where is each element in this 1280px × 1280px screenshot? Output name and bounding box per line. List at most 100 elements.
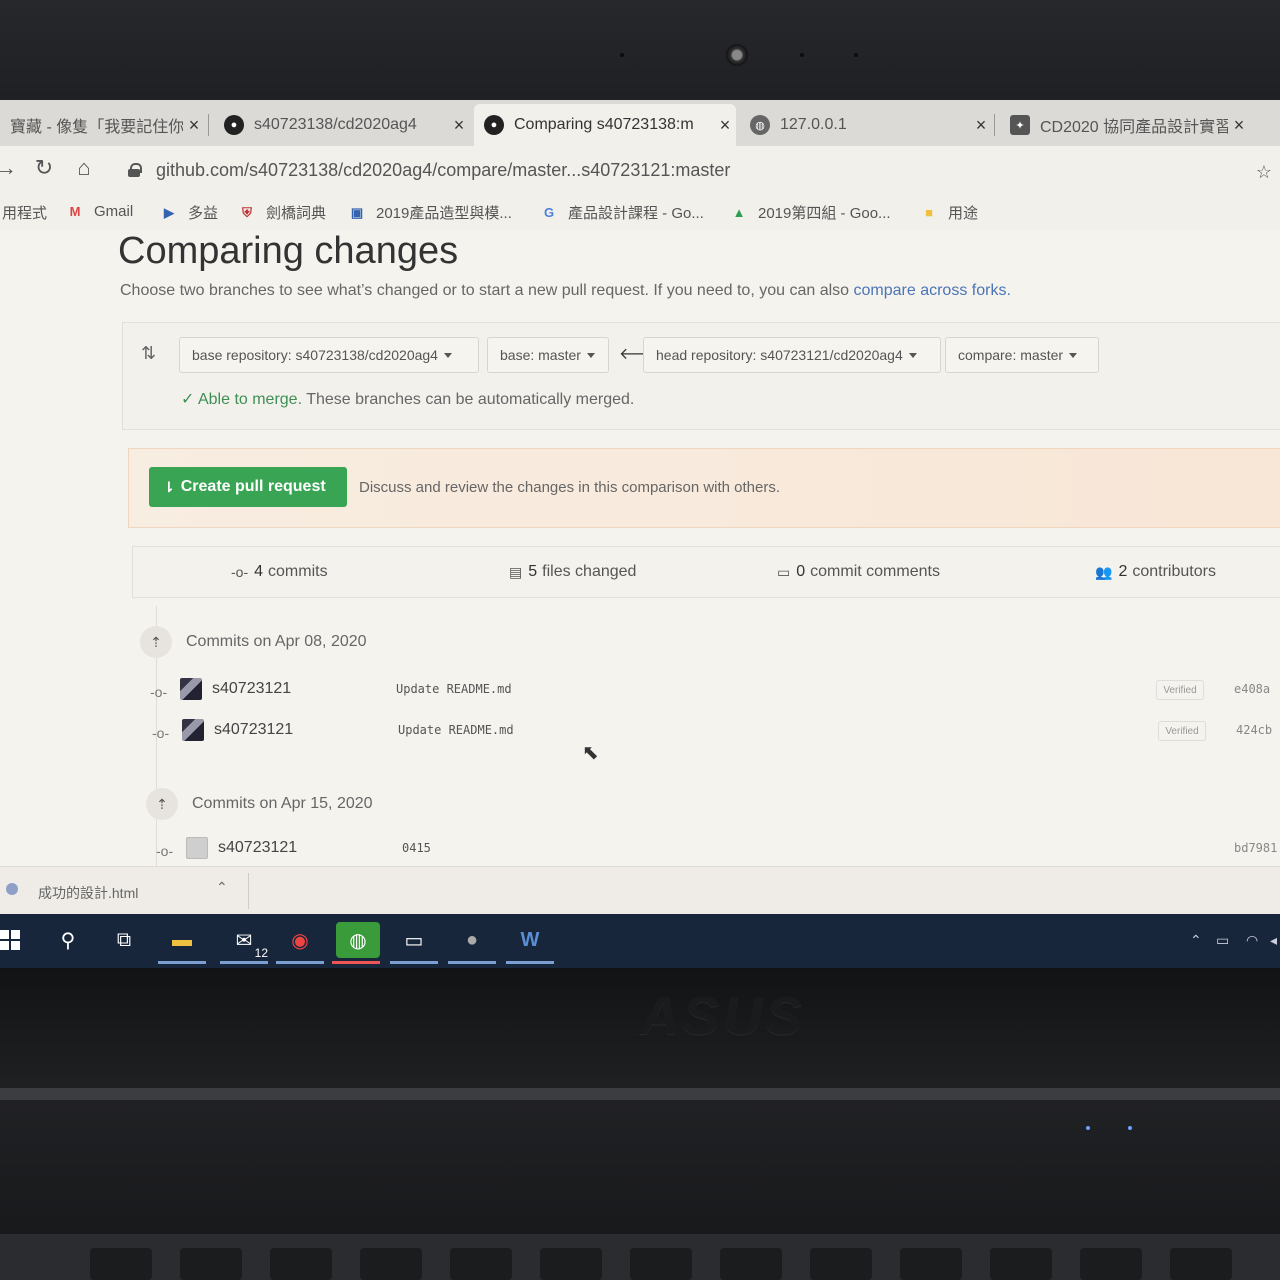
wifi-icon[interactable]: ◠ bbox=[1246, 932, 1258, 949]
html-file-icon bbox=[6, 883, 18, 895]
terminal-icon[interactable]: ▭ bbox=[390, 922, 438, 964]
tab-localhost[interactable]: ◍ 127.0.0.1 × bbox=[740, 104, 992, 146]
commit-sha[interactable]: bd7981 bbox=[1234, 841, 1277, 855]
avatar[interactable] bbox=[186, 837, 208, 859]
google-icon: G bbox=[543, 205, 555, 220]
bookmark-star-icon[interactable]: ☆ bbox=[1256, 162, 1272, 183]
search-icon[interactable]: ⚲ bbox=[48, 922, 88, 958]
people-icon: 👥 bbox=[1095, 563, 1113, 580]
select-label: base: master bbox=[500, 347, 581, 363]
commit-author[interactable]: s40723121 bbox=[212, 680, 291, 698]
close-icon[interactable]: × bbox=[1228, 115, 1250, 136]
compare-arrows-icon[interactable]: ⇅ bbox=[141, 343, 156, 364]
close-icon[interactable]: × bbox=[448, 115, 470, 136]
bookmark-label: 用途 bbox=[948, 205, 979, 222]
battery-icon[interactable]: ▭ bbox=[1216, 932, 1229, 949]
caret-down-icon bbox=[586, 352, 595, 358]
chrome-icon[interactable]: ◉ bbox=[276, 922, 324, 964]
word-icon[interactable]: W bbox=[506, 922, 554, 964]
create-pull-request-button[interactable]: ⇂ Create pull request bbox=[149, 467, 347, 507]
bookmark-gmail[interactable]: M Gmail bbox=[66, 202, 134, 220]
commit-row[interactable]: -o- s40723121 Update README.md Verified … bbox=[152, 717, 1280, 747]
commit-author[interactable]: s40723121 bbox=[218, 839, 297, 857]
tab-treasure[interactable]: 寶藏 - 像隻「我要記住你 × bbox=[0, 104, 205, 146]
address-bar[interactable]: github.com/s40723138/cd2020ag4/compare/m… bbox=[112, 150, 1272, 190]
laptop-hinge bbox=[0, 1088, 1280, 1100]
status-led bbox=[1128, 1126, 1132, 1130]
commit-message[interactable]: Update README.md bbox=[396, 682, 512, 696]
bookmark-label: 產品設計課程 - Go... bbox=[568, 205, 704, 222]
download-filename[interactable]: 成功的設計.html bbox=[38, 883, 138, 903]
select-label: base repository: s40723138/cd2020ag4 bbox=[192, 347, 438, 363]
tab-repo[interactable]: ● s40723138/cd2020ag4 × bbox=[214, 104, 470, 146]
file-explorer-icon[interactable]: ▬ bbox=[158, 922, 206, 964]
commit-author[interactable]: s40723121 bbox=[214, 721, 293, 739]
forward-arrow-icon[interactable]: → bbox=[0, 154, 20, 182]
avatar[interactable] bbox=[180, 678, 202, 700]
lock-icon[interactable] bbox=[128, 163, 142, 177]
close-icon[interactable]: × bbox=[970, 115, 992, 136]
file-diff-icon: ▤ bbox=[509, 563, 523, 580]
merge-ok-text: Able to merge. bbox=[197, 391, 303, 408]
reload-icon[interactable]: ↻ bbox=[30, 154, 58, 182]
bookmark-product-form[interactable]: ▣ 2019產品造型與模... bbox=[348, 202, 512, 223]
tab-commit-comments[interactable]: ▭ 0 commit comments bbox=[777, 563, 940, 581]
group-date: Commits on Apr 08, 2020 bbox=[186, 633, 367, 650]
tab-separator bbox=[208, 114, 209, 136]
volume-icon[interactable]: ◂ bbox=[1270, 932, 1277, 949]
mail-badge: 12 bbox=[252, 946, 270, 960]
drive-icon: ▲ bbox=[732, 205, 746, 220]
contributors-count: 2 bbox=[1118, 563, 1128, 580]
keyboard-key bbox=[270, 1248, 332, 1280]
keyboard-key bbox=[720, 1248, 782, 1280]
mail-icon[interactable]: ✉ 12 bbox=[220, 922, 270, 964]
bookmark-label: 2019產品造型與模... bbox=[376, 205, 512, 222]
commit-row[interactable]: -o- s40723121 Update README.md Verified … bbox=[150, 676, 1280, 706]
keyboard-key bbox=[360, 1248, 422, 1280]
commit-sha[interactable]: e408a bbox=[1234, 682, 1270, 696]
close-icon[interactable]: × bbox=[183, 115, 205, 136]
head-repository-select[interactable]: head repository: s40723121/cd2020ag4 bbox=[643, 337, 941, 373]
windows-start-icon[interactable] bbox=[0, 922, 30, 958]
verified-badge[interactable]: Verified bbox=[1158, 721, 1206, 741]
tab-cd2020[interactable]: ✦ CD2020 協同產品設計實習 × bbox=[1000, 104, 1250, 146]
keyboard-key bbox=[630, 1248, 692, 1280]
chevron-up-icon[interactable]: ⌃ bbox=[1190, 932, 1202, 949]
bookmark-group4[interactable]: ▲ 2019第四組 - Goo... bbox=[730, 202, 891, 223]
contributors-label: contributors bbox=[1132, 563, 1216, 580]
line-icon[interactable]: ◍ bbox=[332, 922, 380, 964]
base-repository-select[interactable]: base repository: s40723138/cd2020ag4 bbox=[179, 337, 479, 373]
tab-compare-active[interactable]: ● Comparing s40723138:m × bbox=[474, 104, 736, 146]
bookmark-apps[interactable]: 用程式 bbox=[2, 202, 47, 223]
avatar[interactable] bbox=[182, 719, 204, 741]
app-sphere-icon[interactable]: ● bbox=[448, 922, 496, 964]
comments-count: 0 bbox=[796, 563, 806, 580]
commit-sha[interactable]: 424cb bbox=[1236, 723, 1272, 737]
bookmark-cambridge[interactable]: ⛨ 劍橋詞典 bbox=[238, 202, 326, 223]
bookmark-design-course[interactable]: G 產品設計課程 - Go... bbox=[540, 202, 704, 223]
verified-badge[interactable]: Verified bbox=[1156, 680, 1204, 700]
close-icon[interactable]: × bbox=[714, 115, 736, 136]
task-view-icon[interactable]: ⧉ bbox=[104, 922, 144, 958]
tab-files-changed[interactable]: ▤ 5 files changed bbox=[509, 563, 636, 581]
commit-group-heading: ⇡ Commits on Apr 08, 2020 bbox=[140, 626, 367, 658]
tab-commits[interactable]: -o- 4 commits bbox=[231, 563, 328, 581]
compare-forks-link[interactable]: compare across forks. bbox=[854, 282, 1011, 299]
commit-group-heading: ⇡ Commits on Apr 15, 2020 bbox=[146, 788, 373, 820]
bookmark-toeic[interactable]: ▶ 多益 bbox=[160, 202, 218, 223]
github-icon: ● bbox=[224, 115, 244, 135]
repo-push-icon: ⇡ bbox=[146, 788, 178, 820]
tab-title: 127.0.0.1 bbox=[780, 116, 847, 133]
home-icon[interactable]: ⌂ bbox=[70, 154, 98, 182]
compare-branch-select[interactable]: compare: master bbox=[945, 337, 1099, 373]
brand-logo: ASUS bbox=[640, 986, 807, 1046]
chevron-up-icon[interactable]: ⌃ bbox=[216, 879, 228, 896]
commit-message[interactable]: 0415 bbox=[402, 841, 431, 855]
bookmark-folder[interactable]: ■ 用途 bbox=[920, 202, 978, 223]
commit-message[interactable]: Update README.md bbox=[398, 723, 514, 737]
compare-stats-bar: -o- 4 commits ▤ 5 files changed ▭ 0 comm… bbox=[132, 546, 1280, 598]
base-branch-select[interactable]: base: master bbox=[487, 337, 609, 373]
tab-contributors[interactable]: 👥 2 contributors bbox=[1095, 563, 1216, 581]
commits-label: commits bbox=[268, 563, 328, 580]
commit-row[interactable]: -o- s40723121 0415 bd7981 bbox=[156, 835, 1280, 865]
